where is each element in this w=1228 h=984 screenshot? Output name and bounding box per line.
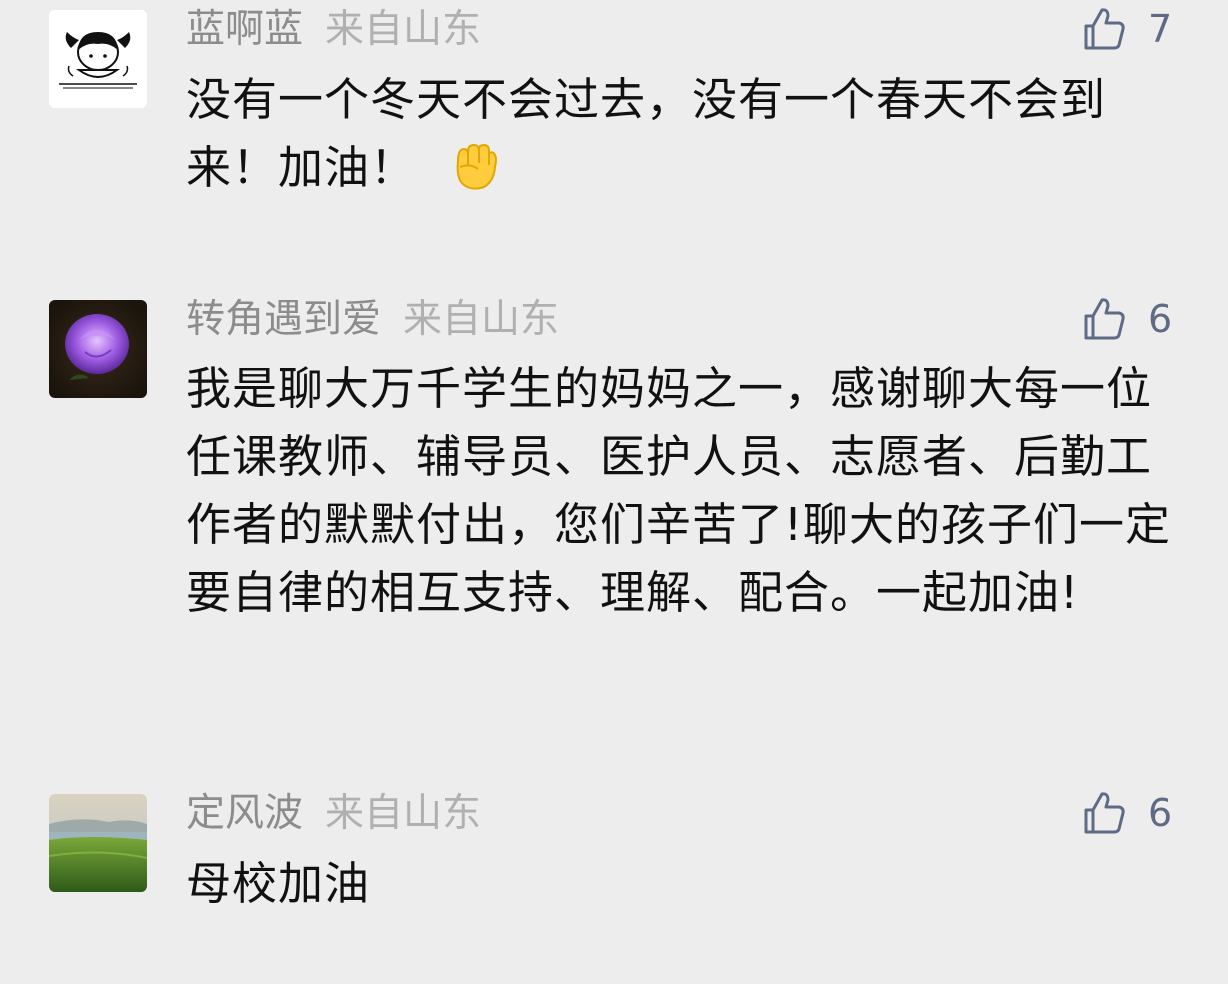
username[interactable]: 转角遇到爱 bbox=[186, 297, 381, 342]
girl-drawing-avatar-icon bbox=[49, 10, 147, 108]
location-label: 来自山东 bbox=[325, 791, 482, 836]
comment-text: 母校加油 bbox=[186, 850, 1176, 918]
comment-text-body: 母校加油 bbox=[186, 857, 371, 910]
like-button[interactable]: 6 bbox=[1080, 294, 1200, 344]
like-count: 7 bbox=[1148, 7, 1173, 51]
comment-text-body: 没有一个冬天不会过去，没有一个春天不会到来！加油！ bbox=[186, 73, 1107, 194]
location-label: 来自山东 bbox=[403, 297, 560, 342]
purple-rose-avatar-icon bbox=[49, 300, 147, 398]
avatar[interactable] bbox=[49, 794, 147, 892]
username[interactable]: 定风波 bbox=[186, 791, 303, 836]
comment-text-body: 我是聊大万千学生的妈妈之一，感谢聊大每一位任课教师、辅导员、医护人员、志愿者、后… bbox=[186, 362, 1172, 619]
thumbs-up-icon bbox=[1080, 789, 1128, 837]
comment-meta: 蓝啊蓝 来自山东 bbox=[186, 8, 481, 52]
comment-text: 我是聊大万千学生的妈妈之一，感谢聊大每一位任课教师、辅导员、医护人员、志愿者、后… bbox=[186, 355, 1176, 627]
location-label: 来自山东 bbox=[325, 7, 482, 52]
username[interactable]: 蓝啊蓝 bbox=[186, 7, 303, 52]
golf-landscape-avatar-icon bbox=[49, 794, 147, 892]
like-count: 6 bbox=[1148, 297, 1173, 341]
raised-fist-icon bbox=[446, 137, 502, 193]
comment-meta: 定风波 来自山东 bbox=[186, 792, 481, 836]
like-button[interactable]: 6 bbox=[1080, 788, 1200, 838]
thumbs-up-icon bbox=[1080, 295, 1128, 343]
like-count: 6 bbox=[1148, 791, 1173, 835]
thumbs-up-icon bbox=[1080, 5, 1128, 53]
like-button[interactable]: 7 bbox=[1080, 4, 1200, 54]
comment-meta: 转角遇到爱 来自山东 bbox=[186, 298, 559, 342]
avatar[interactable] bbox=[49, 10, 147, 108]
avatar[interactable] bbox=[49, 300, 147, 398]
comment-text: 没有一个冬天不会过去，没有一个春天不会到来！加油！ bbox=[186, 66, 1176, 202]
